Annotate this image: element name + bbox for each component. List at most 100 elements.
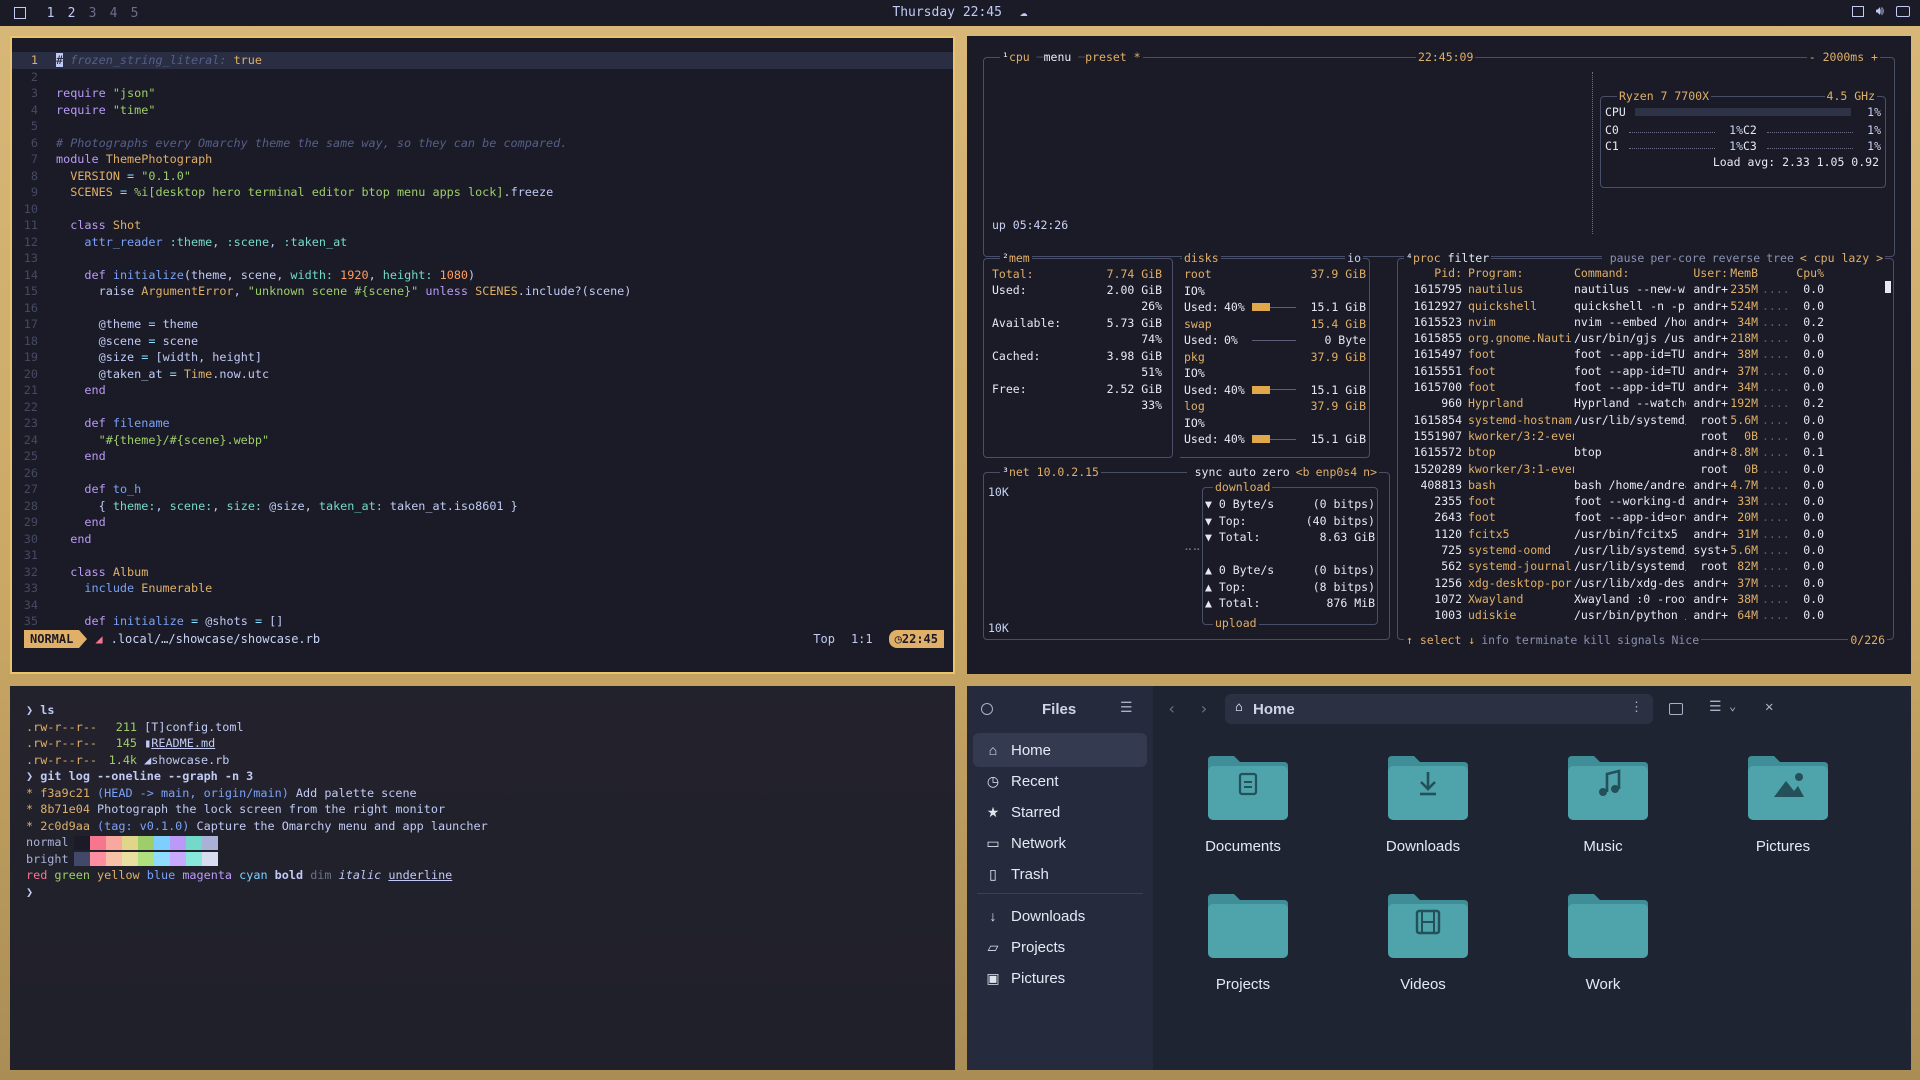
code-line[interactable]: 28 { theme:, scene:, size: @size, taken_…: [12, 498, 953, 515]
mem-label[interactable]: mem: [1009, 251, 1030, 265]
folder-work[interactable]: Work: [1543, 884, 1663, 1024]
folder-projects[interactable]: Projects: [1183, 884, 1303, 1024]
process-row[interactable]: 1520289 kworker/3:1-even root 0B...... 0.0: [1402, 461, 1888, 477]
net-option-2[interactable]: zero: [1262, 465, 1290, 479]
proc-option-2[interactable]: reverse: [1712, 251, 1760, 265]
editor-buffer[interactable]: 1 # frozen_string_literal: true 2 3 require …: [12, 52, 953, 630]
workspace-2[interactable]: 2: [61, 6, 82, 21]
process-row[interactable]: 1615551 foot foot --app-id=TUI. andr+ 37M...…: [1402, 363, 1888, 379]
sidebar-item-network[interactable]: ▭ Network: [973, 826, 1147, 860]
header-mem[interactable]: MemB: [1728, 265, 1758, 281]
code-line[interactable]: 31: [12, 547, 953, 564]
proc-scrollbar[interactable]: [1885, 281, 1891, 293]
code-line[interactable]: 23 def filename: [12, 415, 953, 432]
code-line[interactable]: 2: [12, 69, 953, 86]
prompt-symbol[interactable]: ❯: [26, 885, 33, 899]
sidebar-item-starred[interactable]: ★ Starred: [973, 795, 1147, 829]
process-row[interactable]: 1615795 nautilus nautilus --new-win andr+23…: [1402, 281, 1888, 297]
process-row[interactable]: 1615523 nvim nvim --embed /home andr+ 34M...…: [1402, 314, 1888, 330]
code-text[interactable]: # frozen_string_literal: true: [56, 52, 262, 69]
code-line[interactable]: 17 @theme = theme: [12, 316, 953, 333]
code-line[interactable]: 19 @size = [width, height]: [12, 349, 953, 366]
code-text[interactable]: class Album: [56, 564, 148, 581]
code-text[interactable]: include Enumerable: [56, 580, 212, 597]
process-row[interactable]: 1615497 foot foot --app-id=TUI. andr+ 38M...…: [1402, 346, 1888, 362]
code-line[interactable]: 5: [12, 118, 953, 135]
code-text[interactable]: end: [56, 382, 105, 399]
menu-button[interactable]: menu: [1044, 50, 1072, 64]
process-row[interactable]: 2355 foot foot --working-dir andr+ 33M......…: [1402, 493, 1888, 509]
new-tab-icon[interactable]: [1669, 703, 1683, 715]
code-text[interactable]: end: [56, 448, 105, 465]
process-row[interactable]: 562 systemd-journal/usr/lib/systemd/s root…: [1402, 558, 1888, 574]
process-row[interactable]: 1615855 org.gnome.Nauti/usr/bin/gjs /usr/…: [1402, 330, 1888, 346]
editor-window[interactable]: 1 # frozen_string_literal: true 2 3 require …: [10, 36, 955, 674]
code-text[interactable]: def to_h: [56, 481, 141, 498]
disk-swap[interactable]: swap 15.4 GiB: [1184, 317, 1366, 331]
net-option-5[interactable]: n>: [1363, 465, 1377, 479]
code-line[interactable]: 11 class Shot: [12, 217, 953, 234]
proc-option-3[interactable]: tree: [1766, 251, 1794, 265]
code-line[interactable]: 6 # Photographs every Omarchy theme the s…: [12, 135, 953, 152]
code-line[interactable]: 26: [12, 465, 953, 482]
code-text[interactable]: end: [56, 531, 91, 548]
code-text[interactable]: VERSION = "0.1.0": [56, 168, 191, 185]
net-option-1[interactable]: auto: [1228, 465, 1256, 479]
code-line[interactable]: 30 end: [12, 531, 953, 548]
proc-option-0[interactable]: pause: [1610, 251, 1645, 265]
view-options-icon[interactable]: ⌄: [1729, 699, 1736, 713]
code-line[interactable]: 33 include Enumerable: [12, 580, 953, 597]
header-cpu[interactable]: Cpu%: [1792, 265, 1824, 281]
code-text[interactable]: "#{theme}/#{scene}.webp": [56, 432, 269, 449]
process-row[interactable]: 1256 xdg-desktop-por/usr/lib/xdg-deskt and…: [1402, 575, 1888, 591]
process-row[interactable]: 725 systemd-oomd/usr/lib/systemd/s syst+5.…: [1402, 542, 1888, 558]
code-line[interactable]: 29 end: [12, 514, 953, 531]
disk-root[interactable]: root 37.9 GiB: [1184, 267, 1366, 281]
folder-documents[interactable]: Documents: [1183, 746, 1303, 886]
code-line[interactable]: 18 @scene = scene: [12, 333, 953, 350]
nice-button[interactable]: Nice: [1671, 633, 1699, 647]
code-line[interactable]: 1 # frozen_string_literal: true: [12, 52, 953, 69]
terminal-output[interactable]: ❯ ls .rw-r--r-- 211 [T]config.toml .rw-r--r…: [26, 702, 488, 900]
sidebar-item-pictures[interactable]: ▣ Pictures: [973, 961, 1147, 995]
code-text[interactable]: @theme = theme: [56, 316, 198, 333]
btop-window[interactable]: ¹cpu ─menu ─preset * 22:45:09 - 2000ms +…: [967, 36, 1911, 674]
disk-pkg[interactable]: pkg 37.9 GiB: [1184, 350, 1366, 364]
code-line[interactable]: 4 require "time": [12, 102, 953, 119]
header-program[interactable]: Program:: [1462, 265, 1574, 281]
code-text[interactable]: module ThemePhotograph: [56, 151, 212, 168]
volume-icon[interactable]: 🔊︎: [1876, 4, 1884, 19]
process-row[interactable]: 1072 Xwayland Xwayland :0 -rootl andr+ 38M..…: [1402, 591, 1888, 607]
workspace-4[interactable]: 4: [103, 6, 124, 21]
preset-button[interactable]: preset *: [1085, 50, 1140, 64]
process-row[interactable]: 1615572 btop btop andr+8.8M...... 0.1: [1402, 444, 1888, 460]
code-text[interactable]: end: [56, 514, 105, 531]
code-text[interactable]: @taken_at = Time.now.utc: [56, 366, 270, 383]
code-text[interactable]: require "json": [56, 85, 155, 102]
monitor-icon[interactable]: [1896, 6, 1910, 17]
process-row[interactable]: 1615700 foot foot --app-id=TUI. andr+ 34M...…: [1402, 379, 1888, 395]
code-text[interactable]: require "time": [56, 102, 155, 119]
search-icon[interactable]: [981, 703, 993, 715]
code-line[interactable]: 13: [12, 250, 953, 267]
code-text[interactable]: @scene = scene: [56, 333, 198, 350]
cloud-icon[interactable]: ☁: [1020, 5, 1028, 20]
code-text[interactable]: { theme:, scene:, size: @size, taken_at:…: [56, 498, 518, 515]
process-row[interactable]: 1551907 kworker/3:2-even root 0B...... 0.0: [1402, 428, 1888, 444]
code-line[interactable]: 15 raise ArgumentError, "unknown scene #…: [12, 283, 953, 300]
location-bar[interactable]: ⌂ Home ⋮: [1225, 694, 1653, 724]
filter-button[interactable]: filter: [1448, 251, 1490, 265]
terminal-window[interactable]: ❯ ls .rw-r--r-- 211 [T]config.toml .rw-r--r…: [10, 686, 955, 1070]
process-row[interactable]: 960 Hyprland Hyprland --watchdo andr+192M..…: [1402, 395, 1888, 411]
code-text[interactable]: raise ArgumentError, "unknown scene #{sc…: [56, 283, 632, 300]
code-line[interactable]: 27 def to_h: [12, 481, 953, 498]
code-text[interactable]: SCENES = %i[desktop hero terminal editor…: [56, 184, 553, 201]
code-line[interactable]: 35 def initialize = @shots = []: [12, 613, 953, 630]
sidebar-menu-icon[interactable]: ☰: [1120, 700, 1133, 716]
disks-label[interactable]: disks: [1182, 251, 1221, 265]
workspace-3[interactable]: 3: [82, 6, 103, 21]
io-label[interactable]: io: [1345, 251, 1363, 265]
net-option-0[interactable]: sync: [1195, 465, 1223, 479]
sidebar-item-projects[interactable]: ▱ Projects: [973, 930, 1147, 964]
close-icon[interactable]: ✕: [1765, 699, 1773, 715]
